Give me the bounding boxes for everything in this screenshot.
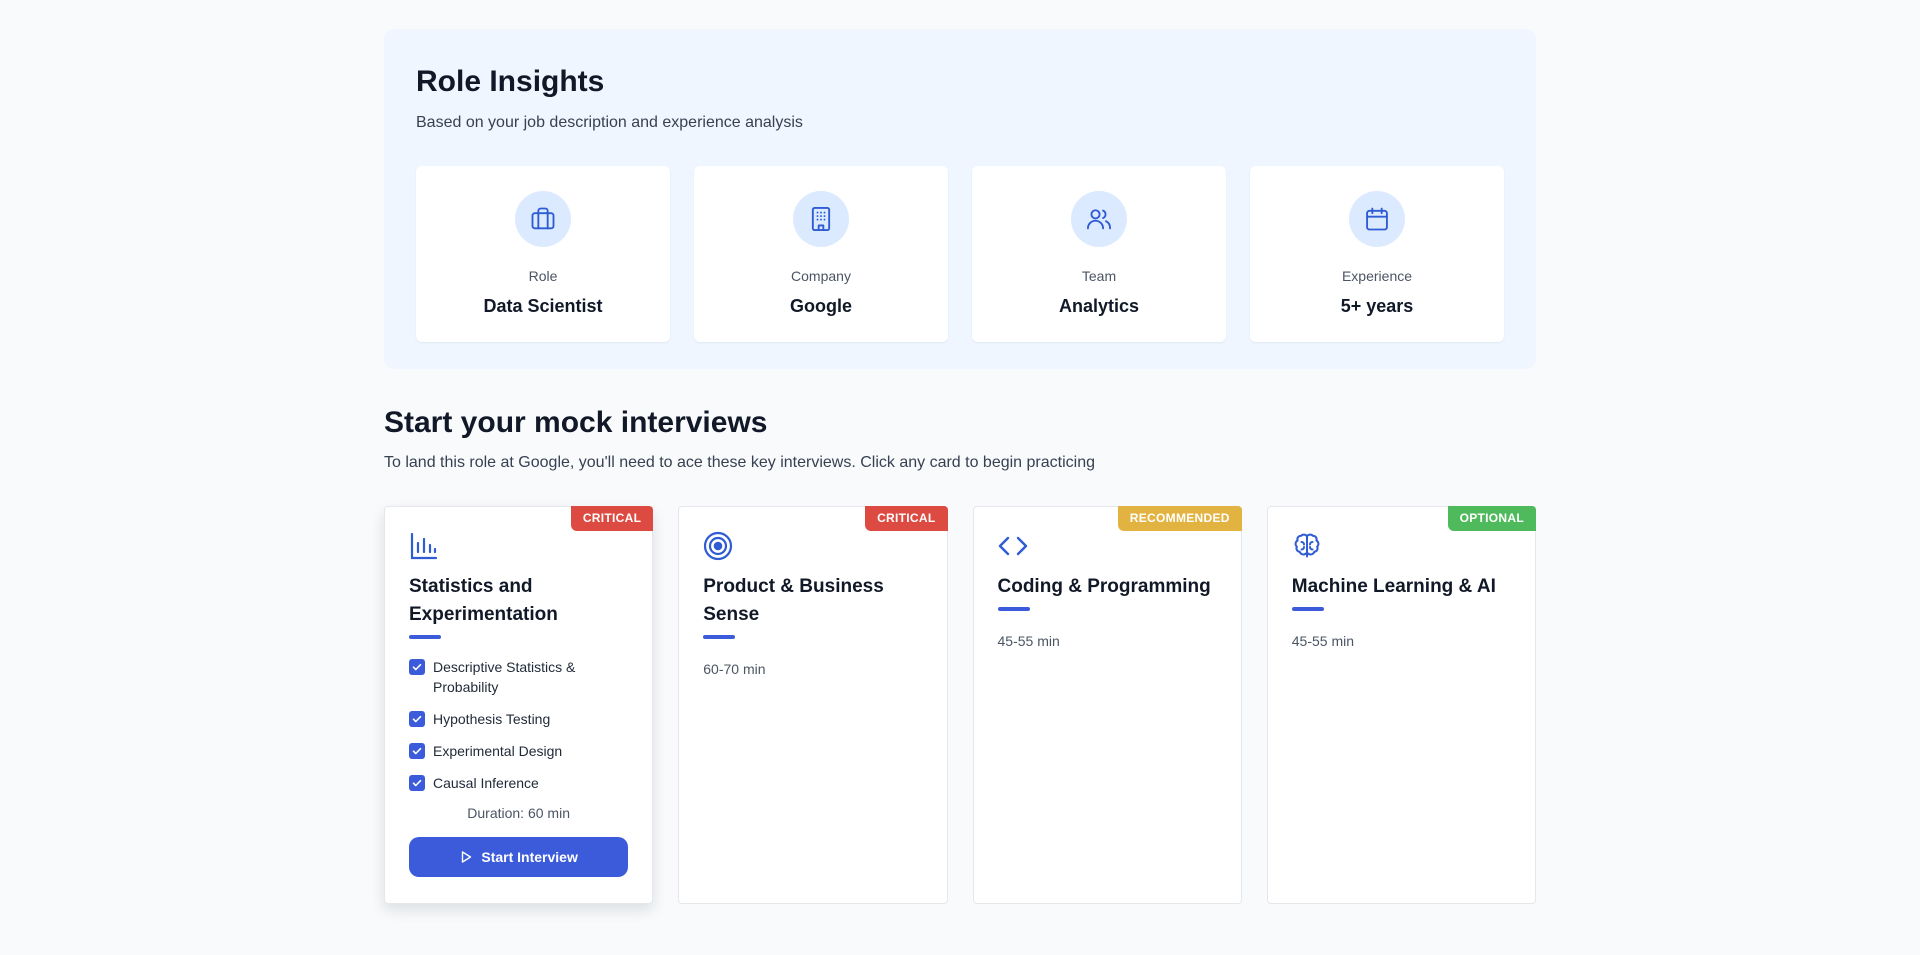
start-interview-label: Start Interview (481, 849, 578, 865)
interview-card-ml[interactable]: OPTIONAL Machine Learning & AI 45-55 min (1266, 506, 1536, 904)
insight-value: Google (790, 296, 852, 316)
play-icon (462, 851, 472, 863)
role-insights-subtitle: Based on your job description and experi… (416, 114, 803, 131)
building-icon (793, 191, 849, 247)
insight-label: Role (528, 268, 558, 284)
insight-card-experience: Experience 5+ years (1250, 166, 1504, 342)
topic-item[interactable]: Hypothesis Testing (409, 709, 628, 729)
checkbox-checked-icon[interactable] (409, 659, 425, 675)
insight-value: Data Scientist (483, 296, 603, 316)
topic-label: Descriptive Statistics & Probability (433, 659, 576, 695)
priority-badge: OPTIONAL (1447, 506, 1536, 531)
insight-cards: Role Data Scientist Company Google Team … (416, 166, 1504, 342)
insight-card-company: Company Google (694, 166, 948, 342)
topic-item[interactable]: Descriptive Statistics & Probability (409, 657, 628, 697)
interview-duration: Duration: 60 min (467, 805, 570, 821)
mock-interviews-subtitle: To land this role at Google, you'll need… (384, 454, 1095, 471)
bar-chart-icon (409, 531, 628, 561)
start-interview-button[interactable]: Start Interview (409, 837, 629, 877)
insight-value: Analytics (1058, 296, 1140, 316)
priority-badge: CRITICAL (570, 506, 654, 531)
interview-card-coding[interactable]: RECOMMENDED Coding & Programming 45-55 m… (972, 506, 1242, 904)
role-insights-title: Role Insights (416, 65, 605, 98)
insight-label: Experience (1341, 268, 1413, 284)
insight-card-role: Role Data Scientist (416, 166, 670, 342)
title-underline (409, 635, 441, 639)
title-underline (703, 635, 736, 639)
title-underline (997, 607, 1030, 611)
topic-label: Causal Inference (433, 775, 539, 791)
interview-card-product[interactable]: CRITICAL Product & Business Sense 60-70 … (678, 506, 948, 904)
insight-value: 5+ years (1340, 296, 1414, 316)
code-icon (998, 531, 1217, 561)
insight-label: Company (791, 268, 851, 284)
priority-badge: CRITICAL (865, 506, 948, 531)
briefcase-icon (515, 191, 571, 247)
topic-list: Descriptive Statistics & Probability Hyp… (409, 657, 628, 793)
calendar-icon (1349, 191, 1405, 247)
interview-card-title: Product & Business Sense (703, 576, 884, 625)
insight-label: Team (1081, 268, 1117, 284)
title-underline (1291, 607, 1324, 611)
interview-duration: 60-70 min (703, 661, 766, 677)
users-icon (1071, 191, 1127, 247)
interview-card-statistics[interactable]: CRITICAL Statistics and Experimentation … (384, 506, 654, 904)
priority-badge: RECOMMENDED (1117, 506, 1242, 531)
topic-label: Hypothesis Testing (433, 711, 551, 727)
interview-card-title: Statistics and Experimentation (409, 576, 558, 625)
interview-card-title: Coding & Programming (997, 576, 1211, 597)
brain-icon (1292, 531, 1511, 561)
role-insights-panel: Role Insights Based on your job descript… (384, 29, 1536, 369)
checkbox-checked-icon[interactable] (409, 711, 425, 727)
page-content: Role Insights Based on your job descript… (384, 29, 1536, 904)
checkbox-checked-icon[interactable] (409, 743, 425, 759)
topic-item[interactable]: Experimental Design (409, 741, 628, 761)
target-icon (703, 531, 922, 561)
mock-interviews-title: Start your mock interviews (384, 406, 768, 439)
topic-item[interactable]: Causal Inference (409, 773, 628, 793)
topic-label: Experimental Design (433, 743, 563, 759)
checkbox-checked-icon[interactable] (409, 775, 425, 791)
interview-duration: 45-55 min (1291, 633, 1355, 649)
interview-cards: CRITICAL Statistics and Experimentation … (384, 506, 1536, 904)
insight-card-team: Team Analytics (972, 166, 1226, 342)
interview-duration: 45-55 min (997, 633, 1060, 649)
interview-card-title: Machine Learning & AI (1291, 576, 1496, 597)
